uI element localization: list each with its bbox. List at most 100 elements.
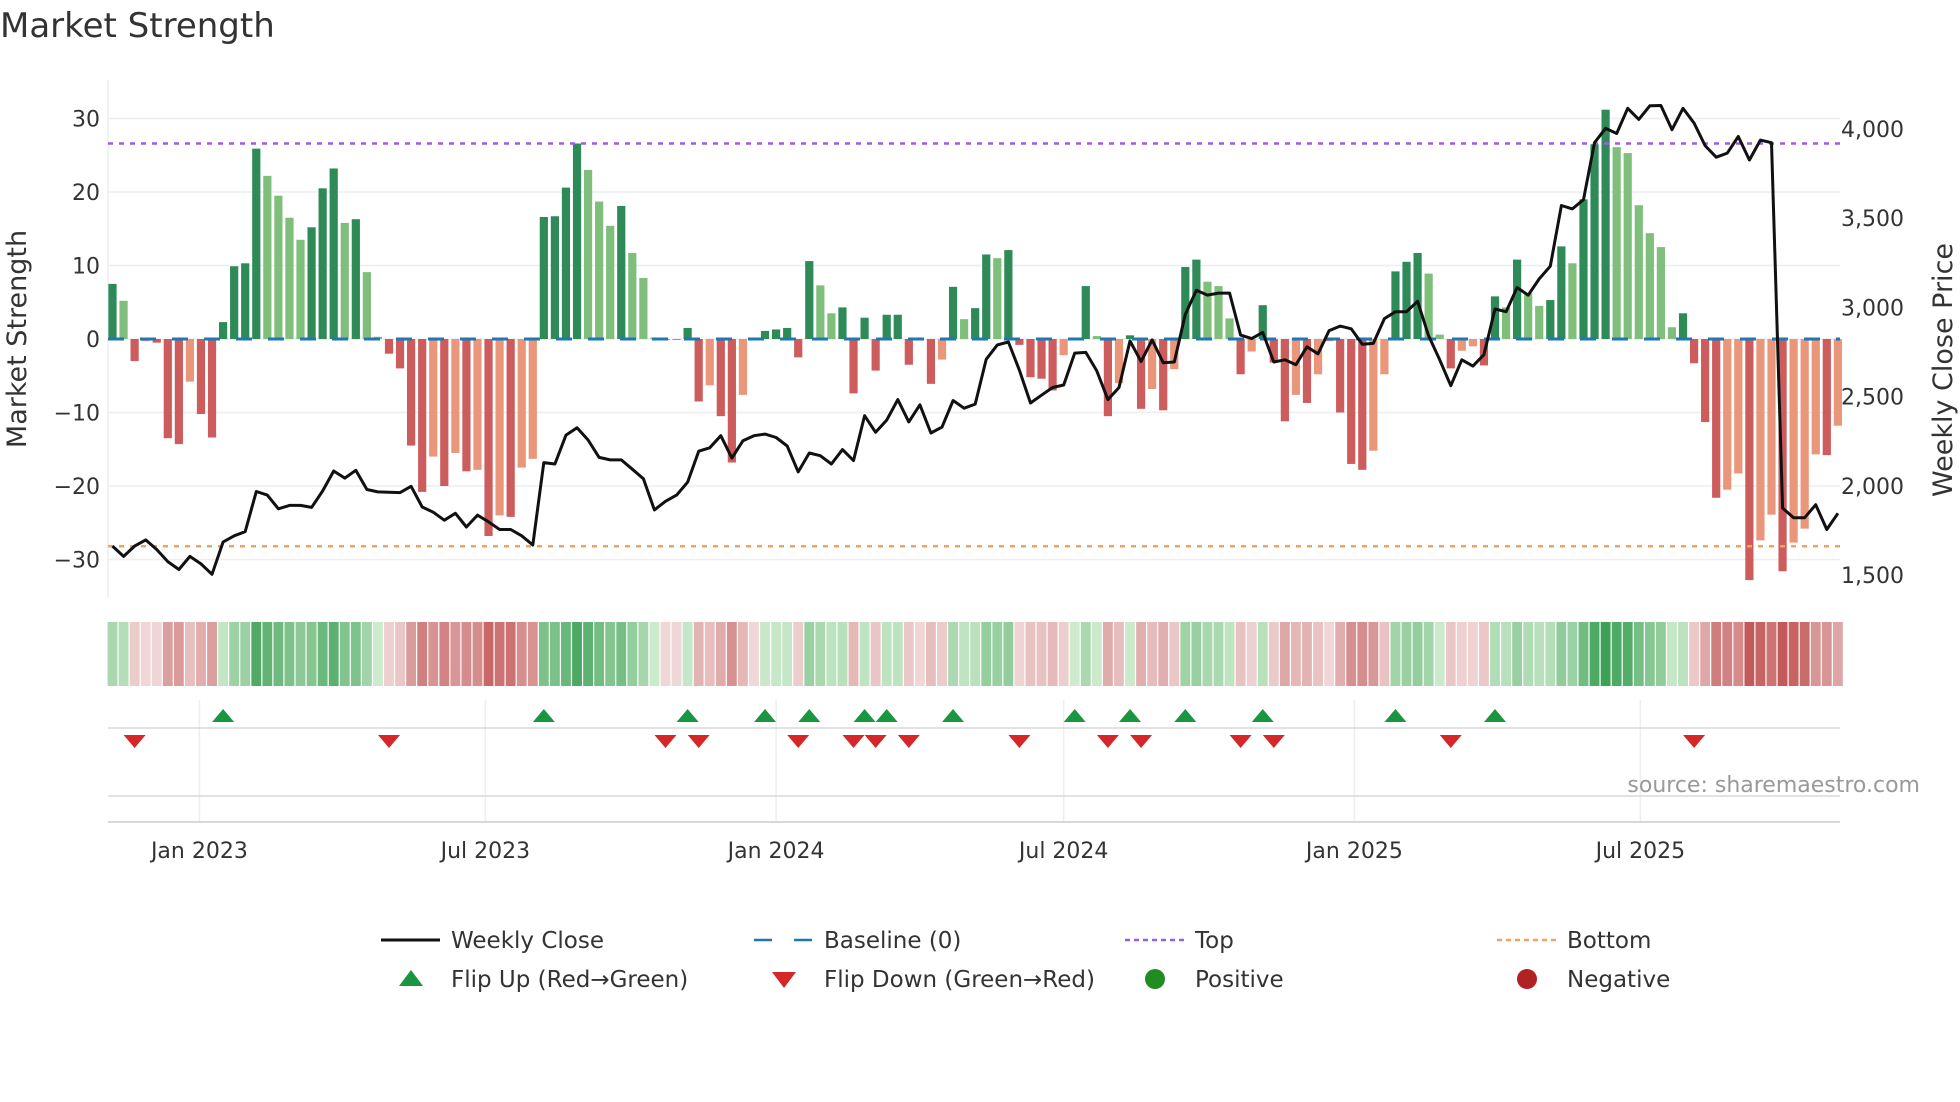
heat-strip-cell xyxy=(350,622,361,686)
strength-bar xyxy=(462,339,471,472)
heat-strip-cell xyxy=(1523,622,1534,686)
strength-bar xyxy=(904,339,913,365)
heat-strip-cell xyxy=(859,622,870,686)
strength-bar xyxy=(1645,233,1654,339)
heat-strip-cell xyxy=(1003,622,1014,686)
source-credit: source: sharemaestro.com xyxy=(1627,773,1920,798)
heat-strip-cell xyxy=(572,622,582,686)
heat-strip-cell xyxy=(472,622,483,686)
strength-bar xyxy=(274,195,283,339)
heat-strip-cell xyxy=(240,622,251,686)
heat-strip-cell xyxy=(1589,622,1600,686)
strength-bar xyxy=(1612,147,1621,339)
strength-bar xyxy=(1358,339,1367,470)
circle-icon xyxy=(1145,969,1165,989)
strength-bar xyxy=(606,225,615,339)
x-tick-label: Jan 2025 xyxy=(1304,839,1403,864)
strength-bar xyxy=(1590,144,1599,339)
legend-label: Baseline (0) xyxy=(824,928,961,954)
heat-strip-cell xyxy=(749,622,759,686)
strength-bar xyxy=(849,339,858,394)
x-tick-label: Jan 2024 xyxy=(726,839,825,864)
heat-strip-cell xyxy=(1633,622,1644,686)
y2-axis-title: Weekly Close Price xyxy=(1928,243,1959,497)
strength-bar xyxy=(716,339,725,417)
heat-strip-cell xyxy=(1622,622,1633,686)
heat-strip-cell xyxy=(262,622,273,686)
heat-strip-cell xyxy=(1191,622,1202,686)
heat-strip-cell xyxy=(1114,622,1124,686)
strength-bar xyxy=(307,227,316,339)
heat-strip-cell xyxy=(959,622,970,686)
heat-strip-cell xyxy=(937,622,947,686)
circle-icon xyxy=(1517,969,1537,989)
strength-bar xyxy=(1435,334,1444,339)
heat-strip-cell xyxy=(760,622,770,686)
strength-bar xyxy=(1457,339,1466,351)
heat-strip-cell xyxy=(1346,622,1357,686)
heat-strip-cell xyxy=(218,622,229,686)
flip-up-marker xyxy=(1119,709,1142,722)
strength-bar xyxy=(1712,339,1721,498)
y2-tick-label: 3,500 xyxy=(1841,207,1904,232)
flip-up-marker xyxy=(853,709,876,722)
strength-bar xyxy=(550,216,559,339)
heat-strip-cell xyxy=(1578,622,1589,686)
y2-tick-label: 3,000 xyxy=(1841,296,1904,321)
market-strength-chart: 30 20 10 0 −10 −20 −30 4,000 3,500 3,000 2,500 2,00… xyxy=(2,80,1959,993)
heat-strip-cell xyxy=(815,622,826,686)
strength-bar xyxy=(1048,339,1057,391)
legend-item-circle-neg: Negative xyxy=(1517,967,1670,993)
heat-strip-cell xyxy=(682,622,693,686)
flip-up-marker xyxy=(942,709,965,722)
y-tick-label: −20 xyxy=(54,475,100,500)
strength-bar xyxy=(1811,339,1820,455)
strength-bar xyxy=(694,339,703,402)
strength-bar xyxy=(1689,339,1699,364)
legend-item-circle-pos: Positive xyxy=(1145,967,1284,993)
heat-strip-cell xyxy=(881,622,892,686)
heat-strip-cell xyxy=(660,622,671,686)
strength-bar xyxy=(1822,339,1831,456)
strength-bar xyxy=(539,216,548,339)
strength-bar xyxy=(495,339,504,516)
heat-strip-cell xyxy=(273,622,284,686)
heat-strip-cell xyxy=(1125,622,1135,686)
flip-up-marker xyxy=(875,709,898,722)
flip-down-marker xyxy=(378,735,400,748)
heat-strip-cell xyxy=(1290,622,1301,686)
strength-bar xyxy=(561,187,571,339)
strength-bar xyxy=(1092,336,1101,339)
heat-strip-cell xyxy=(538,622,549,686)
heat-strip-cell xyxy=(328,622,339,686)
strength-bar xyxy=(617,205,626,339)
heat-strip-cell xyxy=(361,622,372,686)
strength-bar xyxy=(937,339,947,360)
heat-strip-cell xyxy=(782,622,793,686)
strength-bar xyxy=(727,339,736,463)
heat-strip-cell xyxy=(704,622,715,686)
heat-strip-cell xyxy=(594,622,605,686)
strength-bar xyxy=(1446,339,1455,369)
heat-strip-cell xyxy=(627,622,638,686)
flip-down-marker xyxy=(1229,735,1252,748)
heat-strip-cell xyxy=(1102,622,1113,686)
heat-strip-cell xyxy=(1390,622,1401,686)
heat-strip-cell xyxy=(251,622,262,686)
heat-strip-cell xyxy=(1014,622,1025,686)
heat-strip-cell xyxy=(1357,622,1368,686)
strength-bar xyxy=(473,339,482,470)
legend-label: Flip Up (Red→Green) xyxy=(451,967,688,993)
heat-strip-cell xyxy=(992,622,1003,686)
legend-item-dotted-top: Top xyxy=(1125,928,1234,954)
strength-bar xyxy=(1004,250,1013,339)
heat-strip-cell xyxy=(1600,622,1611,686)
heat-strip-cell xyxy=(970,622,981,686)
flip-down-marker xyxy=(864,735,887,748)
heat-strip-cell xyxy=(737,622,748,686)
heat-strip-cell xyxy=(129,622,140,686)
heat-strip-cell xyxy=(494,622,505,686)
heat-strip-cell xyxy=(118,622,129,686)
heat-strip-cell xyxy=(151,622,162,686)
flip-up-marker xyxy=(1384,709,1407,722)
